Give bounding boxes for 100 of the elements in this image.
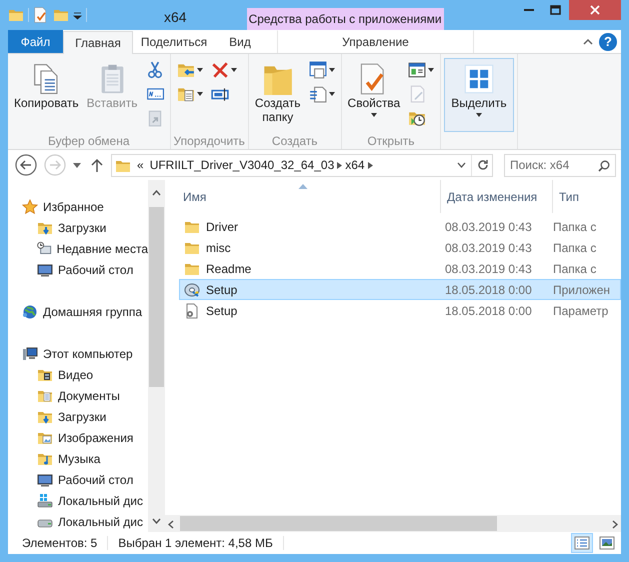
history-dropdown[interactable] xyxy=(73,162,81,168)
select-button[interactable]: Выделить xyxy=(444,58,514,132)
grid-icon xyxy=(462,63,495,95)
type-cell-text: Папка с xyxy=(552,218,598,236)
caret-icon xyxy=(196,92,202,96)
globe-icon xyxy=(22,304,38,320)
date-cell-text: 18.05.2018 0:00 xyxy=(444,302,533,320)
item-count: Элементов: 5 xyxy=(22,535,98,552)
group-label: Буфер обмена xyxy=(46,133,131,149)
new-item-icon xyxy=(308,60,327,78)
help-button[interactable]: ? xyxy=(599,32,617,50)
nav-item[interactable]: Локальный дис xyxy=(8,511,148,532)
star-icon xyxy=(22,198,38,214)
nav-item[interactable]: Недавние места xyxy=(8,238,148,259)
address-bar[interactable]: « UFRIILT_Driver_V3040_32_64_03 x64 xyxy=(111,154,493,176)
scroll-up-icon[interactable] xyxy=(152,190,161,196)
window-title: x64 xyxy=(164,8,187,27)
overflow-chevron[interactable]: « xyxy=(134,156,147,174)
copy-button[interactable]: Копировать xyxy=(11,58,82,132)
close-button[interactable] xyxy=(569,0,621,20)
ribbon-tab[interactable]: Главная xyxy=(63,31,133,54)
caret-icon xyxy=(370,113,377,118)
copy-icon xyxy=(32,63,60,95)
nav-item[interactable]: Загрузки xyxy=(8,406,148,427)
refresh-button[interactable] xyxy=(477,159,489,171)
nav-item[interactable]: Домашняя группа xyxy=(8,301,148,322)
drive-icon xyxy=(37,492,53,508)
column-header[interactable]: Дата изменения xyxy=(441,180,553,213)
search-icon xyxy=(598,160,610,172)
file-row[interactable]: misc 08.03.2019 0:43 Папка с xyxy=(179,237,621,258)
up-button[interactable] xyxy=(91,158,103,172)
scrollbar-thumb[interactable] xyxy=(149,207,164,387)
file-name: Setup xyxy=(206,282,238,298)
dropdown-icon[interactable] xyxy=(73,10,82,20)
refresh-icon xyxy=(477,159,489,171)
file-row[interactable]: Driver 08.03.2019 0:43 Папка с xyxy=(179,216,621,237)
back-button[interactable] xyxy=(15,154,37,176)
new-folder-button[interactable]: Создать папку xyxy=(252,58,304,132)
group-label: Создать xyxy=(270,133,319,149)
scissors-icon xyxy=(146,60,164,78)
maximize-icon xyxy=(550,5,561,15)
type-cell-text: Приложен xyxy=(552,282,612,298)
caret-icon xyxy=(476,113,482,118)
up-arrow-icon xyxy=(91,158,103,172)
nav-item[interactable]: Рабочий стол xyxy=(8,259,148,280)
nav-item[interactable]: Видео xyxy=(8,364,148,385)
type-cell-text: Папка с xyxy=(552,240,598,256)
file-name: Setup xyxy=(206,302,238,320)
breadcrumb[interactable]: UFRIILT_Driver_V3040_32_64_03 xyxy=(146,156,338,174)
details-view-button[interactable] xyxy=(571,533,593,553)
nav-item[interactable]: Локальный дис xyxy=(8,490,148,511)
chevron-icon xyxy=(368,162,373,168)
ribbon-tab[interactable]: Файл xyxy=(8,30,63,53)
nav-item[interactable]: Рабочий стол xyxy=(8,469,148,490)
caret-icon xyxy=(230,68,236,72)
file-row[interactable]: Readme 08.03.2019 0:43 Папка с xyxy=(179,258,621,279)
details-view-icon xyxy=(574,535,590,551)
close-icon xyxy=(590,5,600,15)
type-cell-text: Параметр xyxy=(552,302,610,320)
dropdown-icon xyxy=(73,162,81,168)
nav-item[interactable]: Изображения xyxy=(8,427,148,448)
type-cell-text: Папка с xyxy=(552,260,598,278)
caret-icon xyxy=(196,68,202,72)
file-name: misc xyxy=(206,240,231,256)
clipboard-icon xyxy=(100,63,125,95)
caret-icon xyxy=(328,92,335,96)
forward-icon xyxy=(44,154,66,176)
settings-file-icon xyxy=(184,302,200,318)
disc-icon xyxy=(184,282,200,298)
properties-icon xyxy=(33,7,49,23)
pencil-document-icon xyxy=(408,84,426,102)
nav-item[interactable]: Этот компьютер xyxy=(8,343,148,364)
ribbon-tab[interactable]: Управление xyxy=(277,30,474,53)
date-cell-text: 18.05.2018 0:00 xyxy=(444,282,533,298)
file-name: Driver xyxy=(206,218,238,236)
file-row[interactable]: Setup 18.05.2018 0:00 Параметр xyxy=(179,300,621,321)
context-tab-header: Средства работы с приложениями xyxy=(246,8,444,30)
scroll-right-icon[interactable] xyxy=(612,520,618,529)
document-arrow-icon xyxy=(308,84,327,102)
monitor-icon xyxy=(37,262,53,278)
search-field[interactable]: Поиск: x64 xyxy=(504,154,616,176)
properties-button[interactable]: Свойства xyxy=(344,58,404,132)
column-header[interactable]: Тип xyxy=(553,180,621,213)
file-row[interactable]: Setup 18.05.2018 0:00 Приложен xyxy=(179,279,621,300)
sort-ascending-icon xyxy=(298,184,307,189)
scroll-left-icon[interactable] xyxy=(168,520,174,529)
nav-item[interactable]: Загрузки xyxy=(8,217,148,238)
nav-item[interactable]: Музыка xyxy=(8,448,148,469)
column-header[interactable]: Имя xyxy=(165,180,441,213)
window-icon xyxy=(408,60,426,78)
cross-icon xyxy=(210,60,228,78)
nav-item[interactable]: Документы xyxy=(8,385,148,406)
breadcrumb[interactable]: x64 xyxy=(342,156,368,174)
nav-item[interactable]: Избранное xyxy=(8,196,148,217)
back-icon xyxy=(15,154,37,176)
dropdown-icon[interactable] xyxy=(457,162,466,168)
selection-info: Выбран 1 элемент: 4,58 МБ xyxy=(118,535,273,552)
scroll-down-icon[interactable] xyxy=(152,518,161,524)
scrollbar-thumb[interactable] xyxy=(180,516,497,531)
collapse-ribbon-icon[interactable] xyxy=(583,38,593,45)
